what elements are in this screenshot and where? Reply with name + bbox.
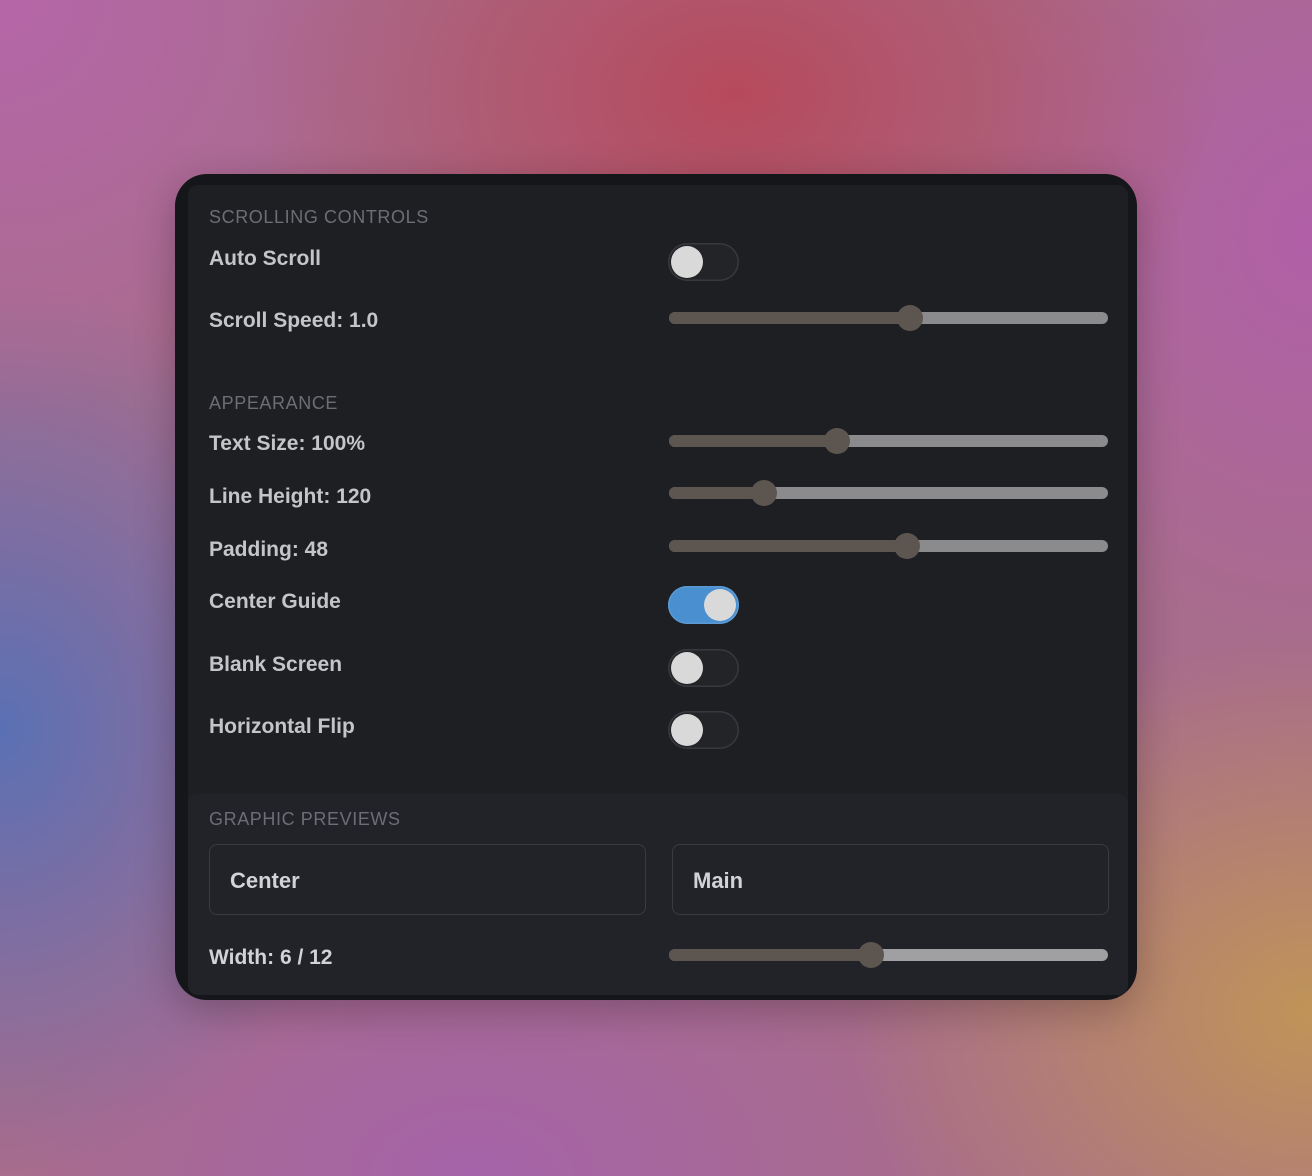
blank-screen-label: Blank Screen <box>209 653 343 676</box>
settings-panel: SCROLLING CONTROLS Auto Scroll Scroll Sp… <box>188 185 1128 995</box>
preview-main-label: Main <box>693 868 744 893</box>
preview-center-label: Center <box>230 868 300 893</box>
width-label: Width: 6 / 12 <box>209 946 333 969</box>
section-title-appearance: APPEARANCE <box>209 393 339 413</box>
slider-fill <box>669 435 837 447</box>
preview-main-button[interactable]: Main <box>672 844 1109 915</box>
slider-thumb[interactable] <box>897 305 923 331</box>
scroll-speed-label: Scroll Speed: 1.0 <box>209 309 379 332</box>
slider-thumb[interactable] <box>894 533 920 559</box>
line-height-slider[interactable] <box>669 478 1108 508</box>
line-height-label: Line Height: 120 <box>209 485 372 508</box>
preview-center-button[interactable]: Center <box>209 844 646 915</box>
toggle-knob <box>704 589 736 621</box>
blank-screen-toggle[interactable] <box>668 649 739 687</box>
toggle-knob <box>671 652 703 684</box>
slider-fill <box>669 540 907 552</box>
slider-fill <box>669 312 910 324</box>
padding-label: Padding: 48 <box>209 538 329 561</box>
auto-scroll-label: Auto Scroll <box>209 247 322 270</box>
center-guide-toggle[interactable] <box>668 586 739 624</box>
section-title-graphic-previews: GRAPHIC PREVIEWS <box>209 809 401 829</box>
toggle-knob <box>671 246 703 278</box>
scroll-speed-slider[interactable] <box>669 303 1108 333</box>
section-title-scrolling: SCROLLING CONTROLS <box>209 207 429 227</box>
center-guide-label: Center Guide <box>209 590 341 613</box>
padding-slider[interactable] <box>669 531 1108 561</box>
slider-thumb[interactable] <box>824 428 850 454</box>
horizontal-flip-toggle[interactable] <box>668 711 739 749</box>
width-slider[interactable] <box>669 940 1108 970</box>
desktop-background: { "sections": { "scrolling": { "title": … <box>0 0 1312 1176</box>
slider-thumb[interactable] <box>751 480 777 506</box>
text-size-label: Text Size: 100% <box>209 432 366 455</box>
settings-window-frame: SCROLLING CONTROLS Auto Scroll Scroll Sp… <box>175 174 1137 1000</box>
text-size-slider[interactable] <box>669 426 1108 456</box>
slider-fill <box>669 487 764 499</box>
slider-thumb[interactable] <box>858 942 884 968</box>
toggle-knob <box>671 714 703 746</box>
slider-fill <box>669 949 871 961</box>
horizontal-flip-label: Horizontal Flip <box>209 715 355 738</box>
auto-scroll-toggle[interactable] <box>668 243 739 281</box>
